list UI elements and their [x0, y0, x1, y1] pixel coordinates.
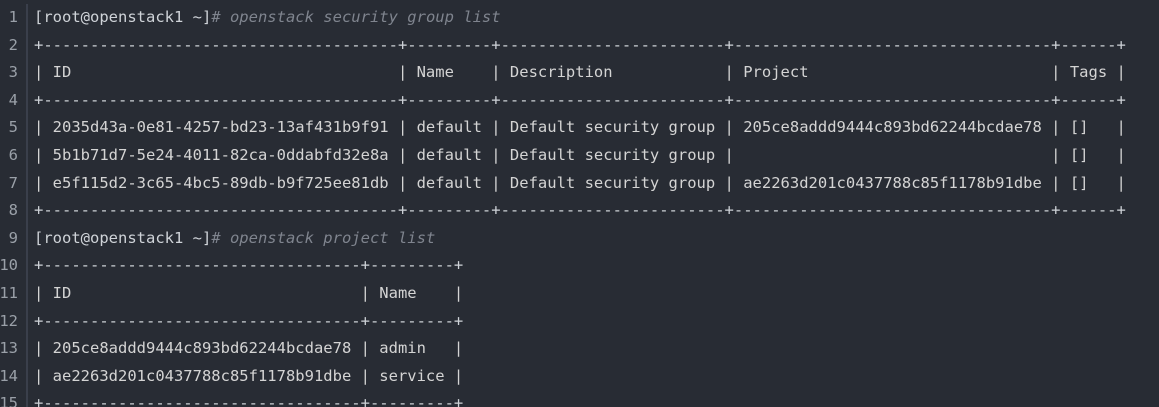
line-number: 13 [0, 339, 18, 358]
table-row[interactable]: | ae2263d201c0437788c85f1178b91dbe | ser… [28, 363, 463, 391]
table-row[interactable]: | e5f115d2-3c65-4bc5-89db-b9f725ee81db |… [28, 170, 1126, 198]
line-content[interactable]: [root@openstack1 ~]# openstack project l… [28, 225, 435, 253]
line-number: 9 [8, 228, 18, 247]
shell-command: # openstack security group list [211, 8, 501, 26]
table-row[interactable]: | 205ce8addd9444c893bd62244bcdae78 | adm… [28, 335, 463, 363]
line-2: 2 +-------------------------------------… [0, 31, 1126, 60]
line-number: 11 [0, 284, 18, 302]
line-10: 10 +----------------------------------+-… [0, 252, 463, 280]
table-border[interactable]: +----------------------------------+----… [28, 252, 463, 280]
table-border[interactable]: +----------------------------------+----… [28, 390, 463, 407]
table-border[interactable]: +----------------------------------+----… [28, 308, 463, 336]
table-row[interactable]: | 2035d43a-0e81-4257-bd23-13af431b9f91 |… [28, 114, 1126, 142]
line-number: 6 [8, 146, 18, 164]
terminal-editor: 1 [root@openstack1 ~]# openstack securit… [0, 0, 1159, 407]
line-13: 13 | 205ce8addd9444c893bd62244bcdae78 | … [0, 335, 463, 363]
line-number: 15 [0, 394, 18, 407]
line-9: 9 [root@openstack1 ~]# openstack project… [0, 224, 435, 253]
shell-prompt: [root@openstack1 ~] [34, 8, 212, 26]
line-number: 10 [0, 256, 18, 275]
line-number: 14 [0, 366, 18, 385]
line-number: 5 [8, 118, 18, 137]
line-15: 15 +----------------------------------+-… [0, 390, 463, 407]
table-border[interactable]: +--------------------------------------+… [28, 197, 1126, 225]
table-border[interactable]: +--------------------------------------+… [28, 87, 1126, 115]
shell-command: # openstack project list [211, 228, 436, 247]
line-5: 5 | 2035d43a-0e81-4257-bd23-13af431b9f91… [0, 114, 1126, 142]
table-header[interactable]: | ID | Name | [28, 280, 463, 308]
line-1: 1 [root@openstack1 ~]# openstack securit… [0, 4, 501, 32]
line-number: 3 [8, 63, 18, 82]
line-14: 14 | ae2263d201c0437788c85f1178b91dbe | … [0, 362, 463, 391]
line-11: 11 | ID | Name | [0, 280, 463, 308]
line-number: 8 [8, 201, 18, 220]
line-content[interactable]: [root@openstack1 ~]# openstack security … [28, 4, 501, 32]
line-7: 7 | e5f115d2-3c65-4bc5-89db-b9f725ee81db… [0, 169, 1126, 198]
table-row[interactable]: | 5b1b71d7-5e24-4011-82ca-0ddabfd32e8a |… [28, 142, 1126, 170]
line-3: 3 | ID | Name | Description | Project | … [0, 59, 1126, 87]
line-6: 6 | 5b1b71d7-5e24-4011-82ca-0ddabfd32e8a… [0, 142, 1126, 170]
line-4: 4 +-------------------------------------… [0, 86, 1126, 115]
line-number: 4 [8, 90, 18, 109]
line-8: 8 +-------------------------------------… [0, 197, 1126, 225]
line-number: 1 [8, 8, 18, 26]
line-12: 12 +----------------------------------+-… [0, 307, 463, 336]
line-number: 12 [0, 311, 18, 330]
line-number: 2 [8, 35, 18, 54]
line-number: 7 [8, 173, 18, 192]
table-border[interactable]: +--------------------------------------+… [28, 32, 1126, 60]
shell-prompt: [root@openstack1 ~] [34, 228, 212, 247]
table-header[interactable]: | ID | Name | Description | Project | Ta… [28, 59, 1126, 87]
